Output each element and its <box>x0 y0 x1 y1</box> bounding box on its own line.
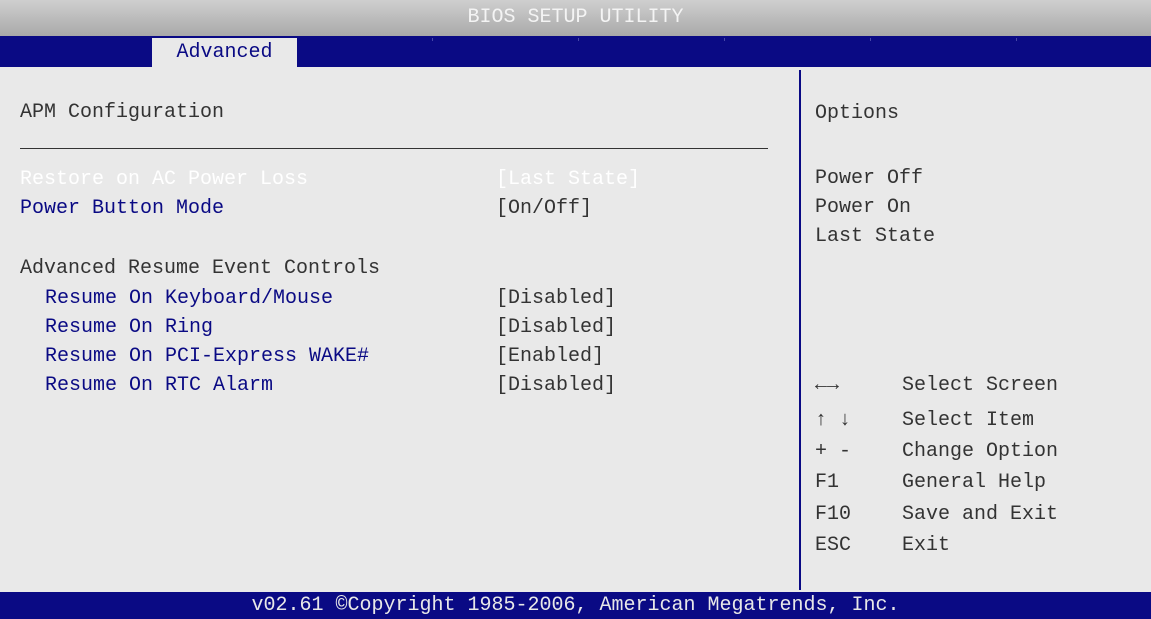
window-title: BIOS SETUP UTILITY <box>467 6 684 29</box>
setting-restore-ac-power-loss: Restore on AC Power Loss <box>20 168 309 191</box>
key-f1: F1 <box>815 471 840 494</box>
key-legend-desc: General Help <box>902 471 1047 494</box>
help-option: Power Off <box>815 167 924 190</box>
key-left-right-icon: ←→ <box>815 374 840 397</box>
section-title: APM Configuration <box>20 101 225 124</box>
key-esc: ESC <box>815 534 852 557</box>
menu-divider <box>432 38 433 41</box>
setting-resume-pci-express-wake-value[interactable]: [Enabled] <box>496 344 604 370</box>
help-title: Options <box>815 102 900 125</box>
key-up-down-icon: ↑ ↓ <box>815 409 852 432</box>
key-legend-desc: Change Option <box>902 440 1059 463</box>
menu-divider <box>578 38 579 41</box>
tab-advanced[interactable]: Advanced <box>152 38 297 69</box>
panel-divider <box>799 70 801 590</box>
setting-resume-ring-value[interactable]: [Disabled] <box>496 315 616 341</box>
setting-restore-ac-power-loss-value: [Last State] <box>496 168 641 191</box>
key-f10: F10 <box>815 503 852 526</box>
setting-resume-ring[interactable]: Resume On Ring <box>45 315 213 341</box>
setting-power-button-mode[interactable]: Power Button Mode <box>20 196 224 222</box>
copyright-footer: v02.61 ©Copyright 1985-2006, American Me… <box>0 592 1151 619</box>
subsection-title: Advanced Resume Event Controls <box>20 257 381 280</box>
menu-divider <box>1016 38 1017 41</box>
setting-resume-keyboard-mouse[interactable]: Resume On Keyboard/Mouse <box>45 286 333 312</box>
section-divider <box>20 148 768 149</box>
key-legend-desc: Select Item <box>902 409 1035 432</box>
menu-divider <box>724 38 725 41</box>
setting-resume-rtc-alarm-value[interactable]: [Disabled] <box>496 373 616 399</box>
tab-label: Advanced <box>176 41 273 64</box>
setting-resume-keyboard-mouse-value[interactable]: [Disabled] <box>496 286 616 312</box>
key-legend-desc: Save and Exit <box>902 503 1059 526</box>
menu-divider <box>870 38 871 41</box>
key-legend-desc: Exit <box>902 534 951 557</box>
bios-screen: BIOS SETUP UTILITY Advanced APM Configur… <box>0 0 1151 619</box>
copyright-text: v02.61 ©Copyright 1985-2006, American Me… <box>251 594 900 617</box>
key-legend-desc: Select Screen <box>902 374 1059 397</box>
setting-resume-rtc-alarm[interactable]: Resume On RTC Alarm <box>45 373 273 399</box>
help-option: Last State <box>815 225 936 248</box>
key-plus-minus: + - <box>815 440 852 463</box>
help-option: Power On <box>815 196 912 219</box>
title-bar: BIOS SETUP UTILITY <box>0 0 1151 36</box>
setting-power-button-mode-value[interactable]: [On/Off] <box>496 196 592 222</box>
setting-resume-pci-express-wake[interactable]: Resume On PCI-Express WAKE# <box>45 344 369 370</box>
